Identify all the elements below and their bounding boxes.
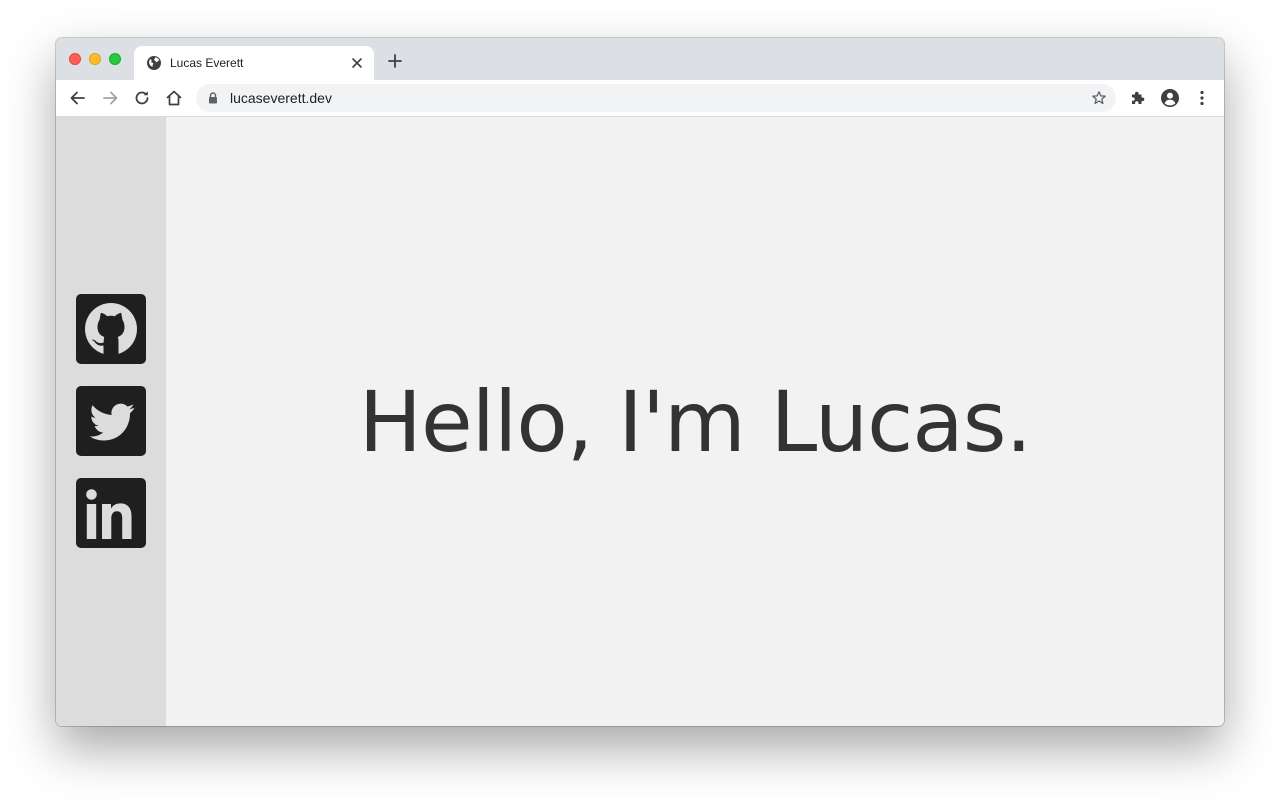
github-icon — [85, 303, 137, 356]
bookmark-star-icon[interactable] — [1091, 90, 1107, 106]
twitter-icon — [89, 403, 135, 441]
close-tab-icon[interactable] — [350, 56, 364, 70]
linkedin-link[interactable] — [76, 478, 146, 548]
extensions-puzzle-icon[interactable] — [1128, 88, 1148, 108]
hero-section: Hello, I'm Lucas. — [166, 117, 1224, 726]
hero-greeting: Hello, I'm Lucas. — [358, 372, 1032, 471]
home-icon[interactable] — [164, 88, 184, 108]
close-window-button[interactable] — [69, 53, 81, 65]
zoom-window-button[interactable] — [109, 53, 121, 65]
github-link[interactable] — [76, 294, 146, 364]
address-bar[interactable]: lucaseverett.dev — [196, 84, 1116, 112]
browser-toolbar: lucaseverett.dev — [56, 80, 1224, 117]
forward-arrow-icon[interactable] — [100, 88, 120, 108]
profile-avatar-icon[interactable] — [1160, 88, 1180, 108]
browser-window: Lucas Everett lucaseverett.dev Hello, I'… — [56, 38, 1224, 726]
browser-tab-active[interactable]: Lucas Everett — [134, 46, 374, 80]
new-tab-button[interactable] — [388, 54, 402, 68]
linkedin-icon — [86, 489, 132, 539]
menu-kebab-icon[interactable] — [1192, 88, 1212, 108]
url-text[interactable]: lucaseverett.dev — [230, 90, 332, 106]
reload-icon[interactable] — [132, 88, 152, 108]
lock-icon[interactable] — [208, 92, 218, 104]
twitter-link[interactable] — [76, 386, 146, 456]
tab-title: Lucas Everett — [170, 56, 244, 70]
minimize-window-button[interactable] — [89, 53, 101, 65]
tab-strip: Lucas Everett — [56, 38, 1224, 80]
page-content: Hello, I'm Lucas. — [56, 117, 1224, 726]
globe-icon — [147, 56, 161, 70]
back-arrow-icon[interactable] — [68, 88, 88, 108]
social-sidebar — [56, 117, 166, 726]
